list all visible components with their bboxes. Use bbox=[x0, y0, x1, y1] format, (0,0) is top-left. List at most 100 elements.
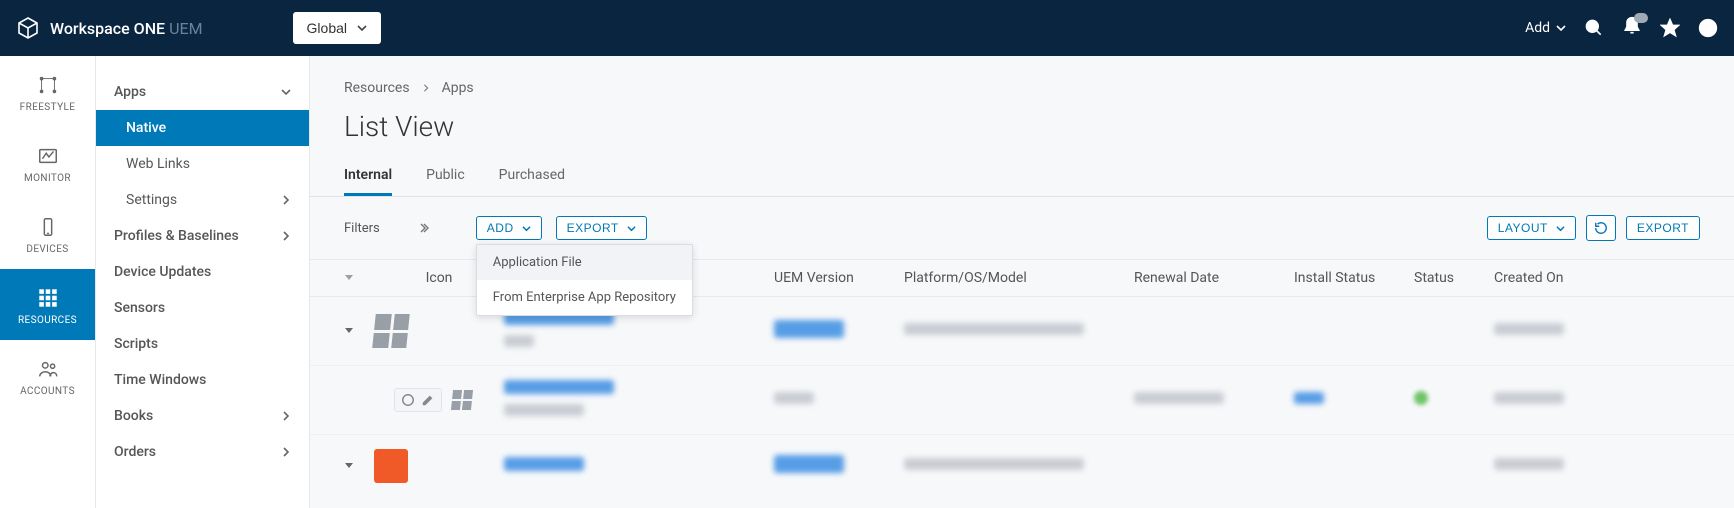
notifications-button[interactable] bbox=[1622, 16, 1642, 40]
chevron-right-icon bbox=[281, 411, 291, 421]
submenu-label: Profiles & Baselines bbox=[114, 228, 239, 244]
windows-icon bbox=[451, 390, 473, 410]
submenu-label: Device Updates bbox=[114, 264, 211, 280]
chevron-right-icon bbox=[281, 195, 291, 205]
notification-badge bbox=[1634, 13, 1648, 23]
submenu-label: Web Links bbox=[126, 156, 190, 172]
submenu-apps[interactable]: Apps bbox=[96, 74, 309, 110]
row-actions bbox=[394, 388, 442, 412]
submenu-label: Settings bbox=[126, 192, 177, 208]
submenu-native[interactable]: Native bbox=[96, 110, 309, 146]
submenu-weblinks[interactable]: Web Links bbox=[96, 146, 309, 182]
breadcrumb-item[interactable]: Resources bbox=[344, 80, 410, 96]
chevron-down-icon bbox=[281, 87, 291, 97]
page-title: List View bbox=[310, 96, 1734, 143]
main-content: Resources Apps List View Internal Public… bbox=[310, 56, 1734, 508]
app-header: Workspace ONEUEM Global Add bbox=[0, 0, 1734, 56]
col-install[interactable]: Install Status bbox=[1294, 270, 1414, 286]
tab-purchased[interactable]: Purchased bbox=[499, 167, 565, 196]
edit-icon[interactable] bbox=[421, 393, 435, 407]
rail-item-devices[interactable]: DEVICES bbox=[0, 198, 95, 269]
submenu-orders[interactable]: Orders bbox=[96, 434, 309, 470]
layout-button-label: LAYOUT bbox=[1498, 221, 1548, 235]
chevron-down-icon bbox=[522, 224, 531, 233]
expand-row-icon[interactable] bbox=[344, 325, 354, 335]
submenu-label: Time Windows bbox=[114, 372, 206, 388]
chevron-right-icon bbox=[281, 231, 291, 241]
search-icon[interactable] bbox=[1584, 18, 1604, 38]
submenu-label: Native bbox=[126, 120, 166, 136]
add-option-app-file[interactable]: Application File bbox=[477, 245, 692, 280]
layout-button[interactable]: LAYOUT bbox=[1487, 216, 1576, 240]
rail-item-label: MONITOR bbox=[24, 173, 71, 184]
star-icon[interactable] bbox=[1660, 18, 1680, 38]
breadcrumb-item[interactable]: Apps bbox=[442, 80, 474, 96]
submenu-profiles[interactable]: Profiles & Baselines bbox=[96, 218, 309, 254]
submenu-label: Scripts bbox=[114, 336, 158, 352]
toolbar: Filters ADD Application File From Enterp… bbox=[310, 197, 1734, 259]
submenu-books[interactable]: Books bbox=[96, 398, 309, 434]
col-version[interactable]: UEM Version bbox=[774, 270, 904, 286]
add-dropdown: Application File From Enterprise App Rep… bbox=[476, 244, 693, 316]
app-icon bbox=[374, 449, 408, 483]
org-switcher-label: Global bbox=[307, 20, 347, 36]
filters-toggle[interactable]: Filters bbox=[344, 221, 432, 236]
header-right: Add bbox=[1525, 16, 1718, 40]
table-row[interactable] bbox=[310, 435, 1734, 497]
col-platform[interactable]: Platform/OS/Model bbox=[904, 270, 1134, 286]
export-button-right[interactable]: EXPORT bbox=[1626, 216, 1700, 240]
refresh-button[interactable] bbox=[1586, 215, 1616, 241]
submenu-label: Orders bbox=[114, 444, 156, 460]
rail-item-monitor[interactable]: MONITOR bbox=[0, 127, 95, 198]
rail-item-label: RESOURCES bbox=[18, 315, 77, 326]
col-status[interactable]: Status bbox=[1414, 270, 1494, 286]
tab-internal[interactable]: Internal bbox=[344, 167, 392, 196]
org-switcher[interactable]: Global bbox=[293, 12, 381, 44]
chevron-down-icon bbox=[627, 224, 636, 233]
help-icon[interactable] bbox=[1698, 18, 1718, 38]
sort-icon[interactable] bbox=[344, 272, 354, 282]
add-button-label: ADD bbox=[487, 221, 514, 235]
add-button[interactable]: ADD bbox=[476, 216, 542, 240]
submenu-label: Books bbox=[114, 408, 153, 424]
submenu-label: Sensors bbox=[114, 300, 165, 316]
tab-public[interactable]: Public bbox=[426, 167, 465, 196]
refresh-icon bbox=[1594, 221, 1608, 235]
expand-icon bbox=[420, 222, 432, 234]
tabs: Internal Public Purchased bbox=[310, 143, 1734, 197]
filters-label: Filters bbox=[344, 221, 380, 236]
chevron-right-icon bbox=[422, 84, 430, 92]
breadcrumb: Resources Apps bbox=[310, 56, 1734, 96]
rail-item-resources[interactable]: RESOURCES bbox=[0, 269, 95, 340]
radio-icon[interactable] bbox=[401, 393, 415, 407]
submenu-sensors[interactable]: Sensors bbox=[96, 290, 309, 326]
export-button[interactable]: EXPORT bbox=[556, 216, 647, 240]
submenu-settings[interactable]: Settings bbox=[96, 182, 309, 218]
chevron-down-icon bbox=[357, 23, 367, 33]
rail-item-accounts[interactable]: ACCOUNTS bbox=[0, 340, 95, 411]
add-option-enterprise-repo[interactable]: From Enterprise App Repository bbox=[477, 280, 692, 315]
export-button-label: EXPORT bbox=[1637, 221, 1689, 235]
header-add-menu[interactable]: Add bbox=[1525, 20, 1566, 36]
expand-row-icon[interactable] bbox=[344, 460, 354, 470]
submenu-timewindows[interactable]: Time Windows bbox=[96, 362, 309, 398]
table-row[interactable] bbox=[310, 366, 1734, 435]
export-button-label: EXPORT bbox=[567, 221, 619, 235]
secondary-nav: Apps Native Web Links Settings Profiles … bbox=[96, 56, 310, 508]
brand-name: Workspace ONEUEM bbox=[50, 19, 203, 38]
rail-item-label: DEVICES bbox=[26, 244, 68, 255]
brand-block: Workspace ONEUEM bbox=[16, 16, 203, 40]
submenu-deviceupdates[interactable]: Device Updates bbox=[96, 254, 309, 290]
chevron-down-icon bbox=[1556, 23, 1566, 33]
submenu-scripts[interactable]: Scripts bbox=[96, 326, 309, 362]
rail-item-label: FREESTYLE bbox=[20, 102, 76, 113]
rail-item-freestyle[interactable]: FREESTYLE bbox=[0, 56, 95, 127]
chevron-right-icon bbox=[281, 447, 291, 457]
chevron-down-icon bbox=[1556, 224, 1565, 233]
status-dot bbox=[1414, 391, 1428, 405]
windows-icon bbox=[372, 314, 410, 348]
col-renewal[interactable]: Renewal Date bbox=[1134, 270, 1294, 286]
submenu-label: Apps bbox=[114, 84, 146, 100]
col-created[interactable]: Created On bbox=[1494, 270, 1614, 286]
header-add-label: Add bbox=[1525, 20, 1550, 36]
